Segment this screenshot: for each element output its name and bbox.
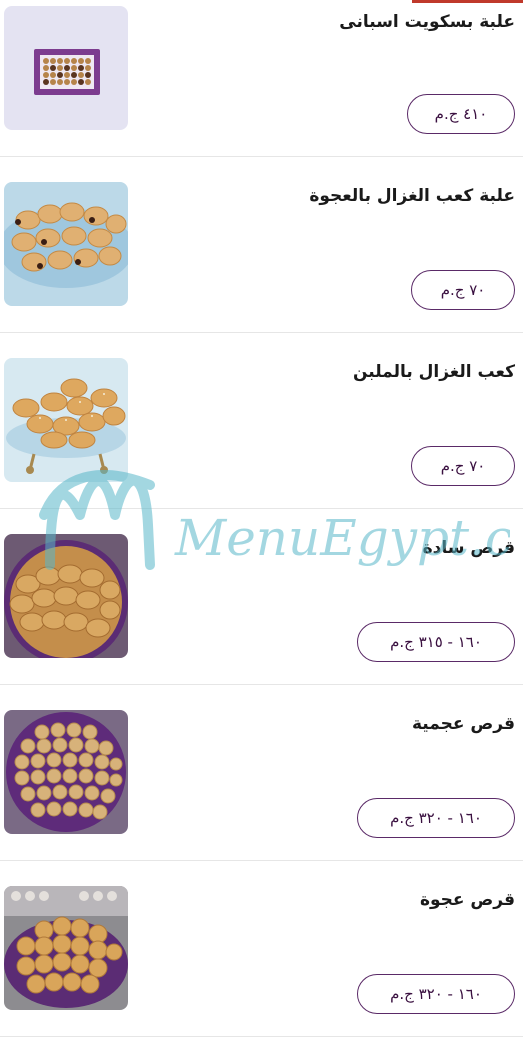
- item-name: قرص عجوة: [419, 890, 515, 910]
- item-image-kaab-ghazal-malban: [4, 358, 128, 482]
- item-price-button[interactable]: ١٦٠ - ٣٢٠ ج.م: [357, 798, 515, 838]
- menu-item[interactable]: علبة كعب الغزال بالعجوة ٧٠ ج.م: [0, 156, 523, 333]
- item-name: قرص سادة: [422, 538, 515, 558]
- item-image-plain-qurs: [4, 534, 128, 658]
- item-image-ajamiya-qurs: [4, 710, 128, 834]
- item-price-button[interactable]: ٤١٠ ج.م: [407, 94, 515, 134]
- item-name: علبة بسكويت اسبانى: [339, 12, 515, 32]
- item-image-kaab-ghazal-dates: [4, 182, 128, 306]
- item-price-button[interactable]: ٧٠ ج.م: [411, 446, 515, 486]
- menu-item[interactable]: قرص عجمية ١٦٠ - ٣٢٠ ج.م: [0, 684, 523, 861]
- item-name: قرص عجمية: [411, 714, 515, 734]
- item-name: علبة كعب الغزال بالعجوة: [309, 186, 515, 206]
- item-price-button[interactable]: ١٦٠ - ٣١٥ ج.م: [357, 622, 515, 662]
- menu-item[interactable]: قرص سادة ١٦٠ - ٣١٥ ج.م: [0, 508, 523, 685]
- menu-item[interactable]: علبة بسكويت اسبانى ٤١٠ ج.م: [0, 0, 523, 157]
- item-price-button[interactable]: ١٦٠ - ٣٢٠ ج.م: [357, 974, 515, 1014]
- item-price-button[interactable]: ٧٠ ج.م: [411, 270, 515, 310]
- item-image-dates-qurs: [4, 886, 128, 1010]
- item-name: كعب الغزال بالملبن: [353, 362, 515, 382]
- menu-item[interactable]: قرص عجوة ١٦٠ - ٣٢٠ ج.م: [0, 860, 523, 1037]
- item-image-biscuit-box: [4, 6, 128, 130]
- menu-item[interactable]: كعب الغزال بالملبن ٧٠ ج.م: [0, 332, 523, 509]
